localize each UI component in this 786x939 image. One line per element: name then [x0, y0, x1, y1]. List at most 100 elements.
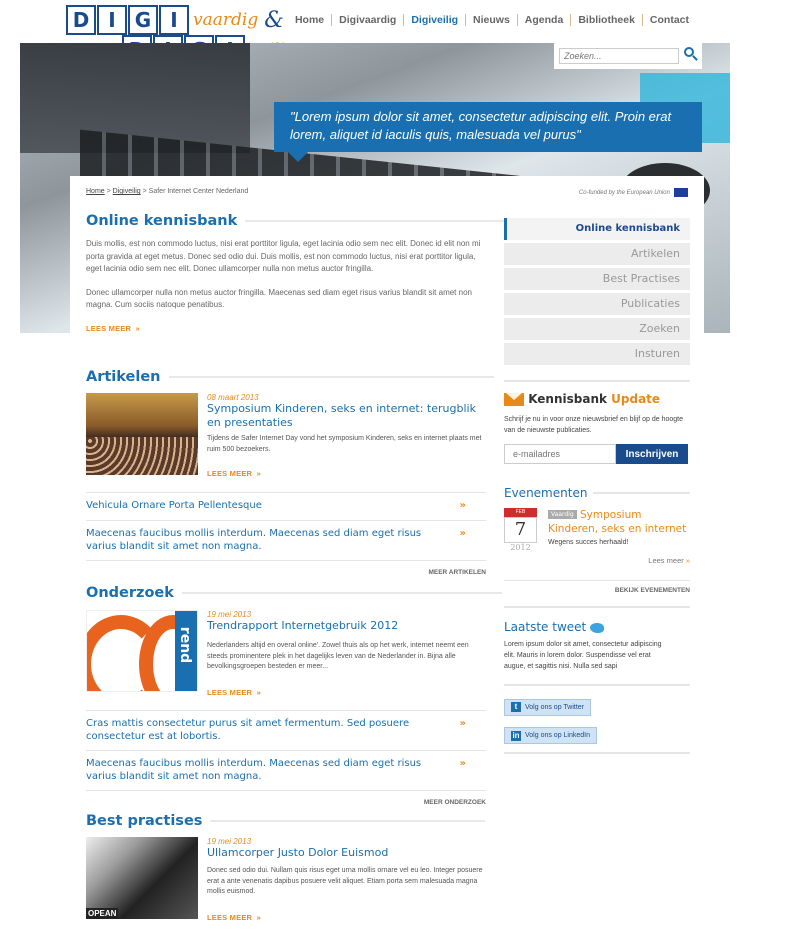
kennisbank-paragraph-1: Duis mollis, est non commodo luctus, nis… — [86, 239, 481, 273]
sidebar-item-insturen[interactable]: Insturen — [504, 343, 690, 365]
divider — [245, 220, 516, 222]
sidebar-item-online-kennisbank[interactable]: Online kennisbank — [504, 218, 690, 240]
read-more-label: LEES MEER — [207, 912, 253, 922]
bestpractises-heading: Best practises — [86, 813, 486, 829]
bestpractises-featured: OPEAN 19 mei 2013 Ullamcorper Justo Dolo… — [86, 837, 486, 927]
artikelen-link-1[interactable]: Vehicula Ornare Porta Pellentesque » — [86, 492, 486, 518]
onderzoek-link-1[interactable]: Cras mattis consectetur purus sit amet f… — [86, 710, 486, 748]
linkedin-follow-button[interactable]: in Volg ons op LinkedIn — [504, 727, 597, 744]
social-links: t Volg ons op Twitter in Volg ons op Linke… — [504, 696, 690, 744]
chevron-right-icon: » — [459, 528, 466, 539]
main-nav: Home Digivaardig Digiveilig Nieuws Agend… — [288, 14, 696, 26]
divider — [210, 820, 486, 822]
article-title[interactable]: Ullamcorper Justo Dolor Euismod — [207, 846, 487, 860]
artikelen-title: Artikelen — [86, 369, 161, 385]
article-title[interactable]: Symposium Kinderen, seks en internet: te… — [207, 402, 487, 430]
divider — [504, 606, 690, 608]
logo-letter: I — [159, 5, 189, 35]
article-read-more[interactable]: LEES MEER » — [207, 682, 487, 700]
logo-ampersand: & — [264, 7, 284, 33]
newsletter-title-a: Kennisbank — [528, 392, 612, 406]
hero-quote: "Lorem ipsum dolor sit amet, consectetur… — [274, 102, 702, 162]
sidebar-item-zoeken[interactable]: Zoeken — [504, 318, 690, 340]
breadcrumb-separator: > — [140, 188, 149, 195]
nav-digiveilig[interactable]: Digiveilig — [403, 14, 465, 26]
chevron-right-icon: » — [685, 556, 690, 565]
chevron-right-icon: » — [256, 687, 261, 697]
email-field[interactable] — [504, 444, 616, 464]
eu-funding-note: Co-funded by the European Union — [579, 188, 688, 197]
event-subtitle: Wegens succes herhaald! — [548, 539, 629, 546]
article-read-more[interactable]: LEES MEER » — [207, 907, 487, 925]
breadcrumb-current: Safer Internet Center Nederland — [148, 188, 249, 195]
sidebar-item-best-practises[interactable]: Best Practises — [504, 268, 690, 290]
twitter-follow-button[interactable]: t Volg ons op Twitter — [504, 698, 592, 716]
nav-home[interactable]: Home — [288, 14, 331, 26]
article-date: 19 mei 2013 — [207, 610, 252, 619]
calendar-icon: FEB 7 2012 — [504, 508, 537, 552]
nav-bibliotheek[interactable]: Bibliotheek — [570, 14, 642, 26]
article-title[interactable]: Trendrapport Internetgebruik 2012 — [207, 619, 487, 633]
logo-letter: I — [97, 5, 127, 35]
divider — [504, 380, 690, 382]
chevron-right-icon: » — [256, 912, 261, 922]
events-title: Evenementen — [504, 486, 588, 500]
search-input[interactable] — [559, 48, 679, 64]
nav-digivaardig[interactable]: Digivaardig — [331, 14, 403, 26]
article-date: 08 maart 2013 — [207, 393, 259, 402]
event-text: Vaardig Symposium Kinderen, seks en inte… — [548, 508, 690, 565]
nav-nieuws[interactable]: Nieuws — [465, 14, 517, 26]
article-date: 19 mei 2013 — [207, 837, 252, 846]
sidebar: Online kennisbank Artikelen Best Practis… — [504, 218, 690, 368]
chevron-right-icon: » — [135, 323, 140, 333]
linkedin-label: Volg ons op LinkedIn — [525, 732, 590, 739]
linkedin-icon: in — [511, 730, 521, 741]
artikelen-link-2[interactable]: Maecenas faucibus mollis interdum. Maece… — [86, 520, 486, 558]
trendrapport-cover[interactable]: rend — [86, 610, 198, 692]
newsletter-title: Kennisbank Update — [504, 392, 690, 406]
article-read-more[interactable]: LEES MEER » — [207, 463, 487, 481]
twitter-icon: t — [511, 702, 521, 712]
events-block: Evenementen FEB 7 2012 Vaardig Symposium… — [504, 486, 690, 604]
newsletter-text: Schrijf je nu in voor onze nieuwsbrief e… — [504, 416, 683, 434]
breadcrumb-digiveilig[interactable]: Digiveilig — [113, 188, 141, 195]
newsletter-title-b: Update — [611, 392, 661, 406]
event-read-more[interactable]: Lees meer » — [548, 556, 690, 565]
sidebar-item-publicaties[interactable]: Publicaties — [504, 293, 690, 315]
eu-flag-icon — [674, 188, 688, 197]
subscribe-button[interactable]: Inschrijven — [616, 444, 688, 464]
nav-contact[interactable]: Contact — [641, 14, 696, 26]
read-more-label: LEES MEER — [207, 687, 253, 697]
article-description: Tijdens de Safer Internet Day vond het s… — [207, 435, 482, 453]
divider — [504, 684, 690, 686]
symposium-photo[interactable] — [86, 393, 198, 475]
chevron-right-icon: » — [459, 758, 466, 769]
search-icon[interactable] — [684, 47, 694, 57]
kennisbank-read-more[interactable]: LEES MEER » — [86, 318, 486, 336]
bestpractise-photo[interactable]: OPEAN — [86, 837, 198, 919]
tweet-title-text: Laatste tweet — [504, 620, 587, 634]
link-text: Vehicula Ornare Porta Pellentesque — [86, 500, 262, 511]
content-panel: Home > Digiveilig > Safer Internet Cente… — [70, 176, 704, 939]
tweet-block: Laatste tweet Lorem ipsum dolor sit amet… — [504, 606, 690, 754]
event-item: FEB 7 2012 Vaardig Symposium Kinderen, s… — [504, 508, 690, 568]
sidebar-nav: Online kennisbank Artikelen Best Practis… — [504, 218, 690, 365]
breadcrumb-home[interactable]: Home — [86, 188, 105, 195]
meer-artikelen-link[interactable]: MEER ARTIKELEN — [86, 560, 486, 576]
nav-agenda[interactable]: Agenda — [516, 14, 571, 26]
breadcrumb-separator: > — [104, 188, 113, 195]
article-description: Nederlanders altijd en overal online'. Z… — [207, 642, 469, 670]
kennisbank-intro: Duis mollis, est non commodo luctus, nis… — [86, 238, 486, 336]
event-title[interactable]: Vaardig Symposium Kinderen, seks en inte… — [548, 508, 690, 536]
meer-onderzoek-link[interactable]: MEER ONDERZOEK — [86, 790, 486, 806]
sidebar-item-artikelen[interactable]: Artikelen — [504, 243, 690, 265]
divider — [593, 492, 690, 494]
calendar-day: 7 — [504, 517, 537, 543]
tweet-text: Lorem ipsum dolor sit amet, consectetur … — [504, 641, 662, 670]
photo-caption: OPEAN — [86, 908, 119, 919]
calendar-year: 2012 — [510, 543, 531, 552]
kennisbank-title: Online kennisbank — [86, 213, 238, 229]
all-events-link[interactable]: BEKIJK EVENEMENTEN — [504, 580, 690, 594]
onderzoek-link-2[interactable]: Maecenas faucibus mollis interdum. Maece… — [86, 750, 486, 788]
